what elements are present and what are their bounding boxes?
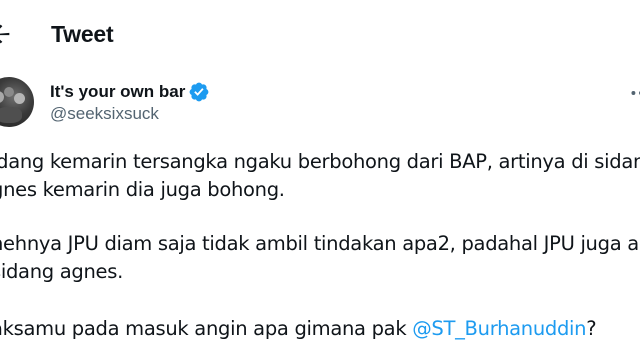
- arrow-left-icon[interactable]: [0, 20, 14, 48]
- more-horizontal-icon[interactable]: [628, 80, 640, 106]
- tweet-text-segment: aksamu pada masuk angin apa gimana pak: [0, 317, 413, 340]
- tweet-text-line: sidang agnes.: [0, 260, 123, 283]
- tweet-text-line: aksamu pada masuk angin apa gimana pak @…: [0, 317, 597, 341]
- mention-link[interactable]: @ST_Burhanuddin: [412, 317, 586, 340]
- tweet-text-line: nehnya JPU diam saja tidak ambil tindaka…: [0, 232, 640, 255]
- tweet-text-line: idang kemarin tersangka ngaku berbohong …: [0, 150, 640, 173]
- page-title: Tweet: [51, 21, 114, 47]
- author-handle[interactable]: @seeksixsuck: [50, 104, 159, 124]
- tweet-header: Tweet: [0, 0, 640, 68]
- avatar[interactable]: [0, 77, 34, 127]
- tweet-text-line: gnes kemarin dia juga bohong.: [0, 178, 285, 201]
- author-display-name[interactable]: It's your own bar: [50, 82, 185, 102]
- tweet-text-segment: ?: [586, 317, 597, 340]
- verified-badge-icon: [189, 82, 209, 102]
